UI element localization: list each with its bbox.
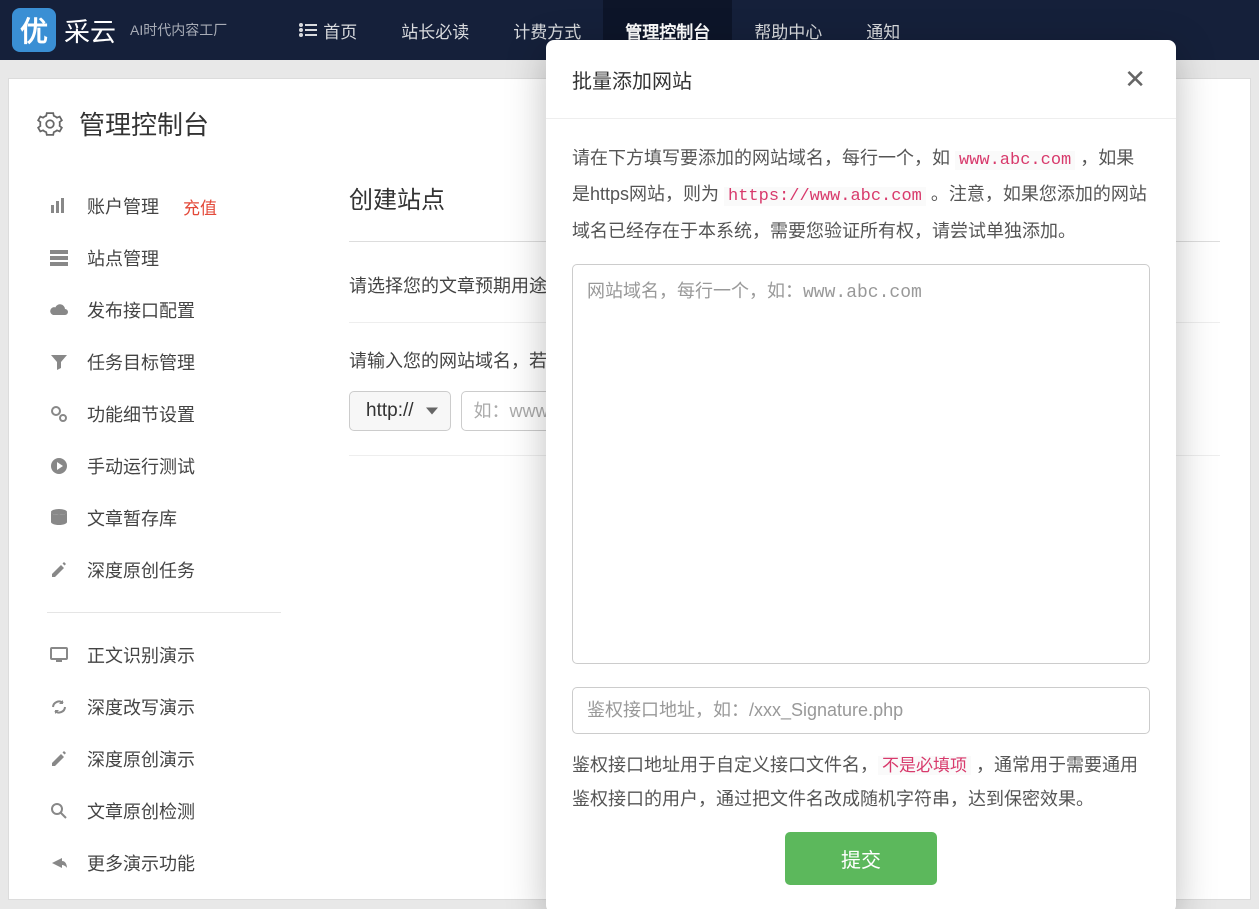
close-button[interactable]: ✕ [1120,62,1150,96]
modal-overlay: 批量添加网站 ✕ 请在下方填写要添加的网站域名，每行一个，如 www.abc.c… [0,0,1259,874]
domains-textarea[interactable] [572,264,1150,664]
not-required-tag: 不是必填项 [878,756,971,775]
auth-url-input[interactable] [572,687,1150,734]
code-https: https://www.abc.com [724,187,926,206]
code-domain: www.abc.com [955,151,1075,170]
modal-description: 请在下方填写要添加的网站域名，每行一个，如 www.abc.com ，如果是ht… [572,141,1150,248]
modal-title: 批量添加网站 [572,65,692,94]
submit-button[interactable]: 提交 [785,832,937,885]
modal-footer: 提交 [546,826,1176,909]
modal-body: 请在下方填写要添加的网站域名，每行一个，如 www.abc.com ，如果是ht… [546,119,1176,826]
modal-header: 批量添加网站 ✕ [546,40,1176,119]
close-icon: ✕ [1124,64,1146,94]
modal-batch-add: 批量添加网站 ✕ 请在下方填写要添加的网站域名，每行一个，如 www.abc.c… [546,40,1176,909]
modal-auth-description: 鉴权接口地址用于自定义接口文件名，不是必填项 ，通常用于需要通用鉴权接口的用户，… [572,748,1150,816]
